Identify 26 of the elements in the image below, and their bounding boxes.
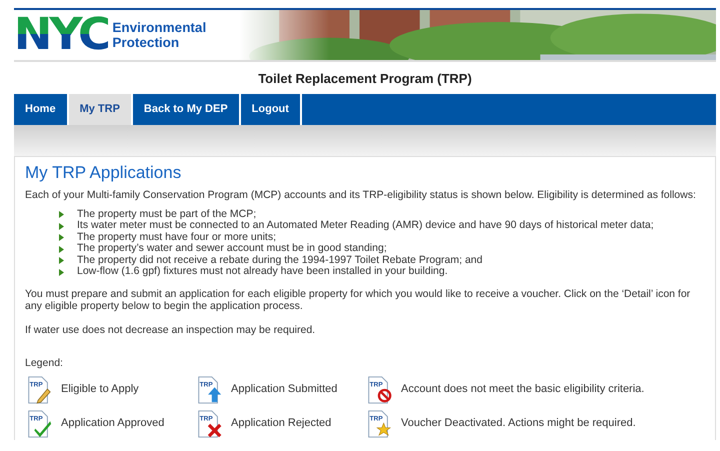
legend-label: Eligible to Apply xyxy=(61,382,139,398)
criterion-text: The property must be part of the MCP; xyxy=(77,208,256,220)
criterion-text: Its water meter must be connected to an Automated Meter Reading (AMR) device and have 90 days of historical meter data; xyxy=(77,220,654,232)
legend-title: Legend: xyxy=(25,356,63,371)
legend-label: Voucher Deactivated. Actions might be required. xyxy=(401,416,636,432)
criterion-text: The property did not receive a rebate during the 1994-1997 Toilet Rebate Program; and xyxy=(77,254,482,266)
instructions-text: You must prepare and submit an application for each eligible property for which you would like to receive a voucher. Click on the ‘Detail’ icon for any eligible property below to begin the application process. xyxy=(25,288,692,312)
bullet-icon xyxy=(59,246,64,253)
bullet-icon xyxy=(59,211,64,218)
intro-text: Each of your Multi-family Conservation Program (MCP) accounts and its TRP-eligibility status is shown below. Eligibility is determined as follows: xyxy=(25,188,697,201)
criterion-text: The property must have four or more units; xyxy=(77,232,276,243)
legend-label: Application Submitted xyxy=(231,382,338,398)
nav-tab[interactable]: My TRP xyxy=(68,94,133,124)
criterion-text: Low-flow (1.6 gpf) fixtures must not already have been installed in your building. xyxy=(77,266,448,278)
bullet-icon xyxy=(59,222,64,230)
legend-label: Account does not meet the basic eligibility criteria. xyxy=(401,382,644,398)
bullet-icon xyxy=(59,257,64,264)
criterion-text: The property’s water and sewer account must be in good standing; xyxy=(77,243,387,255)
agency-name: Environmental Protection xyxy=(112,20,206,50)
legend-label: Application Approved xyxy=(61,416,164,432)
bullet-icon xyxy=(59,268,64,276)
program-title: Toilet Replacement Program (TRP) xyxy=(257,70,473,88)
page-heading: My TRP Applications xyxy=(25,162,182,183)
bullet-icon xyxy=(59,234,64,242)
note-text: If water use does not decrease an inspection may be required. xyxy=(25,324,316,336)
legend-label: Application Rejected xyxy=(231,416,332,432)
